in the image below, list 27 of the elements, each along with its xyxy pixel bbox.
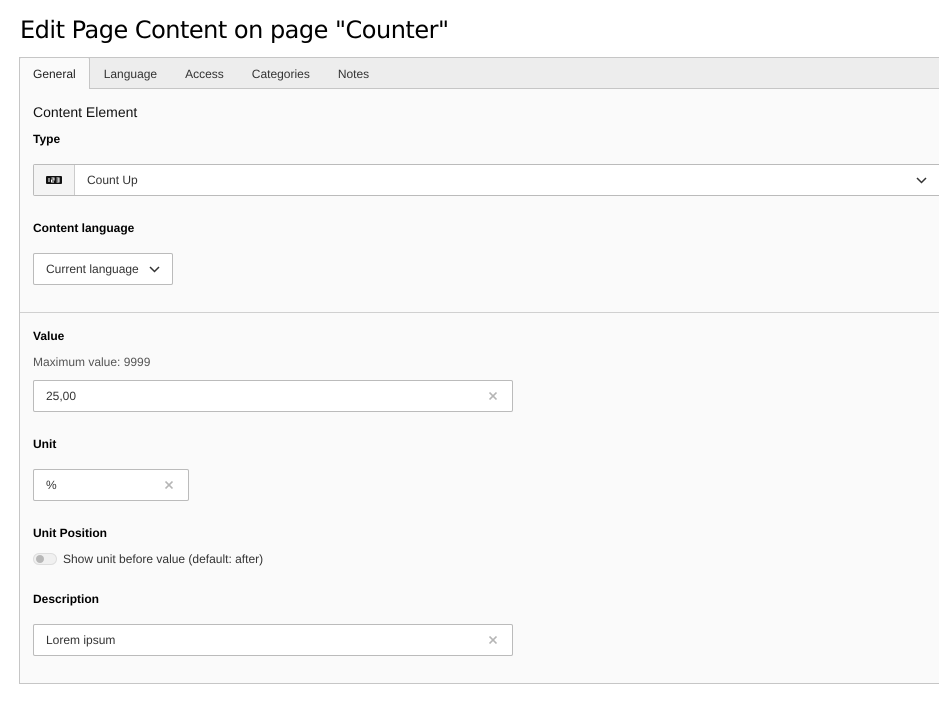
tab[interactable]: Categories (238, 58, 324, 89)
tab[interactable]: Access (171, 58, 238, 89)
text-field[interactable]: % (33, 469, 189, 501)
tab[interactable]: Notes (324, 58, 384, 89)
chevron-down-icon (916, 176, 927, 184)
help-text: Maximum value: 9999 (33, 354, 150, 370)
field-label: Unit Position (33, 525, 107, 541)
tab[interactable]: General (19, 57, 90, 89)
text-field[interactable]: Lorem ipsum (33, 624, 513, 656)
digits-tile-icon (46, 176, 62, 184)
chevron-down-icon (148, 266, 160, 272)
page-title: Edit Page Content on page "Counter" (19, 15, 448, 45)
toggle-label: Show unit before value (default: after) (63, 551, 264, 567)
type-select[interactable]: Count Up (33, 164, 939, 196)
clear-icon (489, 636, 497, 644)
field-label: Value (33, 328, 64, 344)
toggle-switch[interactable] (33, 553, 57, 565)
field-label: Description (33, 591, 100, 607)
language-dropdown[interactable]: Current language (33, 253, 173, 285)
field-label: Unit (33, 436, 56, 452)
tab[interactable]: Language (90, 58, 172, 89)
field-label: Type (33, 131, 60, 147)
clear-icon (489, 392, 497, 400)
clear-icon (165, 481, 173, 489)
section-heading: Content Element (33, 103, 138, 122)
field-label: Content language (33, 220, 134, 236)
text-field[interactable]: 25,00 (33, 380, 513, 412)
